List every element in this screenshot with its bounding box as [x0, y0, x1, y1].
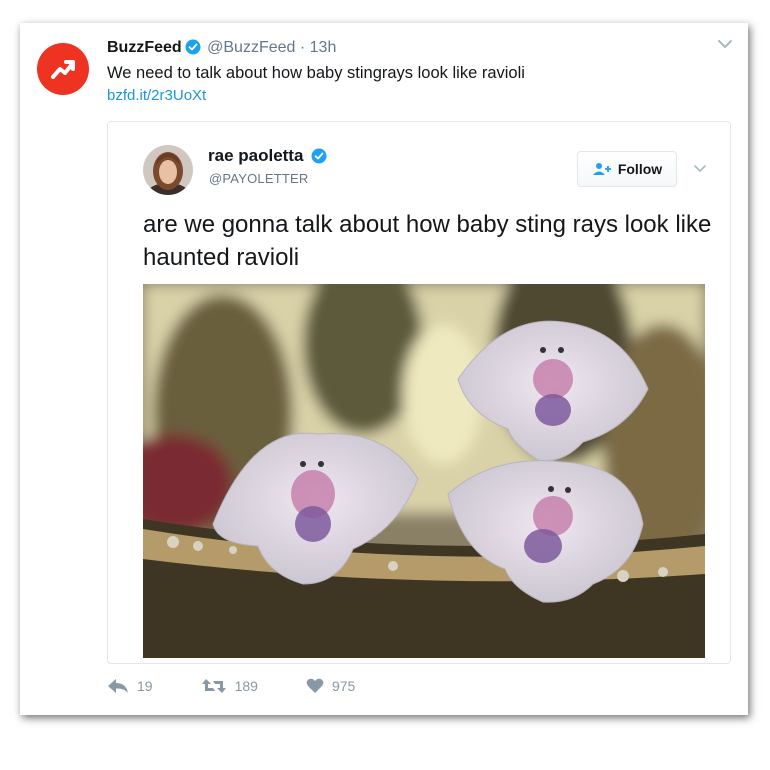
- retweet-count: 189: [234, 678, 258, 694]
- quoted-author-handle[interactable]: @PAYOLETTER: [209, 171, 308, 186]
- like-button[interactable]: 975: [306, 678, 355, 694]
- tweet-link[interactable]: bzfd.it/2r3UoXt: [107, 85, 206, 107]
- reply-count: 19: [137, 678, 153, 694]
- tweet-card[interactable]: BuzzFeed @BuzzFeed · 13h We need to talk…: [20, 23, 748, 715]
- retweet-icon: [201, 679, 226, 693]
- quoted-author-avatar[interactable]: [143, 145, 193, 195]
- retweet-button[interactable]: 189: [201, 678, 258, 694]
- reply-icon: [108, 679, 128, 693]
- author-name[interactable]: BuzzFeed: [107, 39, 182, 56]
- verified-icon: [185, 39, 201, 62]
- tweet-actions: 19 189 975: [107, 678, 403, 694]
- heart-icon: [306, 678, 324, 693]
- tweet-time[interactable]: 13h: [310, 39, 337, 56]
- follow-user-plus-icon: [592, 163, 611, 175]
- buzzfeed-avatar[interactable]: [37, 43, 89, 95]
- quoted-author-name[interactable]: rae paoletta: [208, 146, 329, 169]
- tweet-photo[interactable]: [143, 284, 705, 658]
- like-count: 975: [331, 678, 356, 694]
- verified-icon: [311, 148, 327, 169]
- separator-dot: ·: [299, 39, 306, 56]
- quoted-author-name-text: rae paoletta: [208, 146, 304, 165]
- reply-button[interactable]: 19: [107, 678, 153, 694]
- follow-button[interactable]: Follow: [577, 151, 677, 187]
- quoted-tweet-text: are we gonna talk about how baby sting r…: [143, 211, 712, 271]
- quoted-tweet[interactable]: rae paoletta @PAYOLETTER Follow are we g…: [107, 121, 731, 664]
- chevron-down-icon[interactable]: [693, 163, 707, 175]
- tweet-header: BuzzFeed @BuzzFeed · 13h: [107, 37, 728, 62]
- buzzfeed-trending-icon: [51, 60, 75, 79]
- tweet-text: We need to talk about how baby stingrays…: [107, 64, 525, 82]
- chevron-down-icon[interactable]: [716, 37, 734, 51]
- author-handle[interactable]: @BuzzFeed: [207, 39, 295, 56]
- follow-label: Follow: [617, 161, 663, 177]
